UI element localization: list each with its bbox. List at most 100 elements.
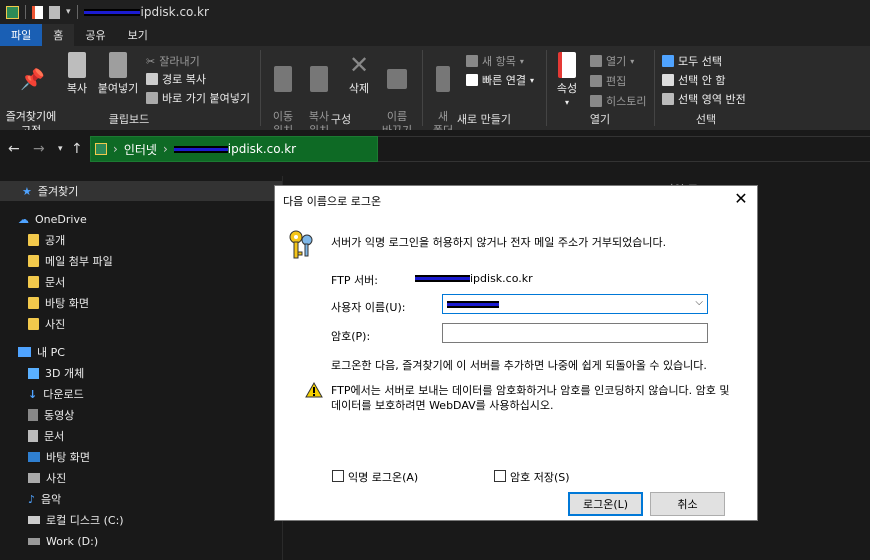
- customize-quick-access-icon[interactable]: ▾: [66, 7, 71, 17]
- tab-share[interactable]: 공유: [74, 24, 116, 46]
- nav-item[interactable]: 바탕 화면: [28, 447, 90, 467]
- breadcrumb-server[interactable]: ipdisk.co.kr: [173, 142, 296, 156]
- nav-item[interactable]: 로컬 디스크 (C:): [28, 510, 124, 530]
- redacted-username: [447, 301, 499, 308]
- history-button[interactable]: 히스토리: [590, 93, 646, 109]
- delete-button[interactable]: ✕ 삭제: [344, 52, 374, 96]
- nav-item[interactable]: 문서: [28, 426, 64, 446]
- select-none-button[interactable]: 선택 안 함: [662, 72, 725, 88]
- breadcrumb-internet[interactable]: 인터넷: [124, 141, 157, 158]
- save-password-checkbox[interactable]: [494, 470, 506, 482]
- tab-view[interactable]: 보기: [117, 24, 159, 46]
- delete-label: 삭제: [348, 82, 370, 95]
- nav-favorites[interactable]: ★ 즐겨찾기: [0, 181, 282, 201]
- tab-file[interactable]: 파일: [0, 24, 43, 46]
- easy-access-label: 빠른 연결: [482, 74, 526, 87]
- explorer-window: ▾ ipdisk.co.kr 파일 홈 공유 보기 📌 즐겨찾기에 고정 복사: [0, 0, 870, 560]
- nav-item[interactable]: 공개: [28, 230, 65, 250]
- properties-button[interactable]: 속성 ▾: [552, 52, 582, 110]
- nav-label: 동영상: [44, 409, 75, 422]
- cut-button[interactable]: ✂ 잘라내기: [146, 53, 200, 69]
- username-combobox[interactable]: ⌵: [442, 294, 708, 314]
- music-note-icon: ♪: [28, 492, 36, 506]
- address-bar[interactable]: › 인터넷 › ipdisk.co.kr: [90, 136, 378, 162]
- select-none-label: 선택 안 함: [678, 74, 726, 87]
- copy-path-button[interactable]: 경로 복사: [146, 71, 206, 87]
- new-item-icon: [466, 55, 478, 67]
- nav-label: 음악: [41, 493, 62, 506]
- new-item-button[interactable]: 새 항목 ▾: [466, 53, 524, 69]
- paste-button[interactable]: 붙여넣기: [96, 52, 140, 96]
- invert-selection-button[interactable]: 선택 영역 반전: [662, 91, 746, 107]
- select-all-button[interactable]: 모두 선택: [662, 53, 722, 69]
- clipboard-group-label: 클립보드: [108, 113, 150, 126]
- nav-onedrive[interactable]: ☁ OneDrive: [18, 209, 87, 229]
- select-none-icon: [662, 74, 674, 86]
- nav-item[interactable]: ♪ 음악: [28, 489, 61, 509]
- chevron-down-icon: ▾: [564, 98, 569, 107]
- desktop-icon: [28, 452, 40, 462]
- nav-label: 3D 개체: [45, 367, 85, 380]
- nav-item[interactable]: 사진: [28, 314, 65, 334]
- properties-check-icon: [558, 52, 576, 78]
- open-button[interactable]: 열기 ▾: [590, 53, 634, 69]
- up-arrow-icon[interactable]: ↑: [71, 141, 83, 157]
- chevron-down-icon[interactable]: ⌵: [695, 297, 703, 308]
- recent-locations-chevron-icon[interactable]: ▾: [58, 144, 63, 154]
- breadcrumb-chevron-icon: ›: [113, 142, 118, 156]
- nav-item[interactable]: 메일 첨부 파일: [28, 251, 113, 271]
- address-bar-empty[interactable]: [378, 136, 870, 162]
- tab-home[interactable]: 홈: [42, 24, 75, 46]
- divider: [260, 50, 261, 126]
- close-button[interactable]: ✕: [731, 189, 751, 208]
- properties-quick-icon[interactable]: [32, 5, 43, 19]
- ftp-server-label: FTP 서버:: [331, 274, 378, 287]
- folder-icon: [28, 276, 39, 288]
- ftp-location-icon: [95, 143, 107, 155]
- video-icon: [28, 409, 38, 421]
- edit-icon: [590, 75, 602, 87]
- nav-label: 사진: [46, 472, 67, 485]
- new-group: 새 폴더 새 항목 ▾ 빠른 연결 ▾ 새로 만들기: [424, 46, 544, 137]
- nav-item[interactable]: Work (D:): [28, 531, 98, 551]
- edit-button[interactable]: 편집: [590, 73, 626, 89]
- forward-arrow-icon[interactable]: →: [33, 141, 45, 157]
- nav-item[interactable]: 동영상: [28, 405, 74, 425]
- nav-this-pc[interactable]: 내 PC: [18, 342, 65, 362]
- nav-item[interactable]: 사진: [28, 468, 66, 488]
- star-icon: ★: [22, 184, 32, 198]
- cloud-icon: ☁: [18, 212, 29, 226]
- copy-button[interactable]: 복사: [62, 52, 92, 96]
- easy-access-button[interactable]: 빠른 연결 ▾: [466, 72, 534, 88]
- password-field[interactable]: [442, 323, 708, 343]
- nav-item[interactable]: 문서: [28, 272, 65, 292]
- drive-c-icon: [28, 516, 40, 524]
- paste-shortcut-label: 바로 가기 붙여넣기: [162, 92, 250, 105]
- nav-item[interactable]: ↓ 다운로드: [28, 384, 84, 404]
- nav-label: 다운로드: [43, 388, 84, 401]
- logon-dialog: 다음 이름으로 로그온 ✕ 서버가 익명 로그인을 허용하지 않거나 전자 메일…: [274, 185, 758, 521]
- folder-icon: [28, 318, 39, 330]
- save-password-label[interactable]: 암호 저장(S): [510, 469, 570, 485]
- window-title: ipdisk.co.kr: [83, 5, 209, 19]
- divider: [654, 50, 655, 126]
- back-arrow-icon[interactable]: ←: [8, 141, 20, 157]
- logon-button[interactable]: 로그온(L): [568, 492, 643, 516]
- new-folder-quick-icon[interactable]: [49, 5, 60, 19]
- clipboard-group: 📌 즐겨찾기에 고정 복사 붙여넣기 ✂ 잘라내기 경로 복사 바로 가기: [0, 46, 258, 137]
- drive-d-icon: [28, 537, 40, 545]
- select-all-icon: [662, 55, 674, 67]
- nav-label: 내 PC: [37, 346, 65, 359]
- nav-item[interactable]: 바탕 화면: [28, 293, 89, 313]
- download-arrow-icon: ↓: [28, 387, 38, 401]
- new-item-label: 새 항목: [482, 55, 516, 68]
- paste-shortcut-button[interactable]: 바로 가기 붙여넣기: [146, 90, 250, 106]
- copy-label: 복사: [66, 82, 88, 95]
- cancel-button[interactable]: 취소: [650, 492, 725, 516]
- anonymous-logon-label[interactable]: 익명 로그온(A): [348, 469, 418, 485]
- cube-3d-icon: [28, 367, 39, 379]
- nav-item[interactable]: 3D 개체: [28, 363, 84, 383]
- warning-line-1: FTP에서는 서버로 보내는 데이터를 암호화하거나 암호를 인코딩하지 않습니…: [331, 384, 730, 397]
- document-icon: [28, 430, 38, 442]
- anonymous-logon-checkbox[interactable]: [332, 470, 344, 482]
